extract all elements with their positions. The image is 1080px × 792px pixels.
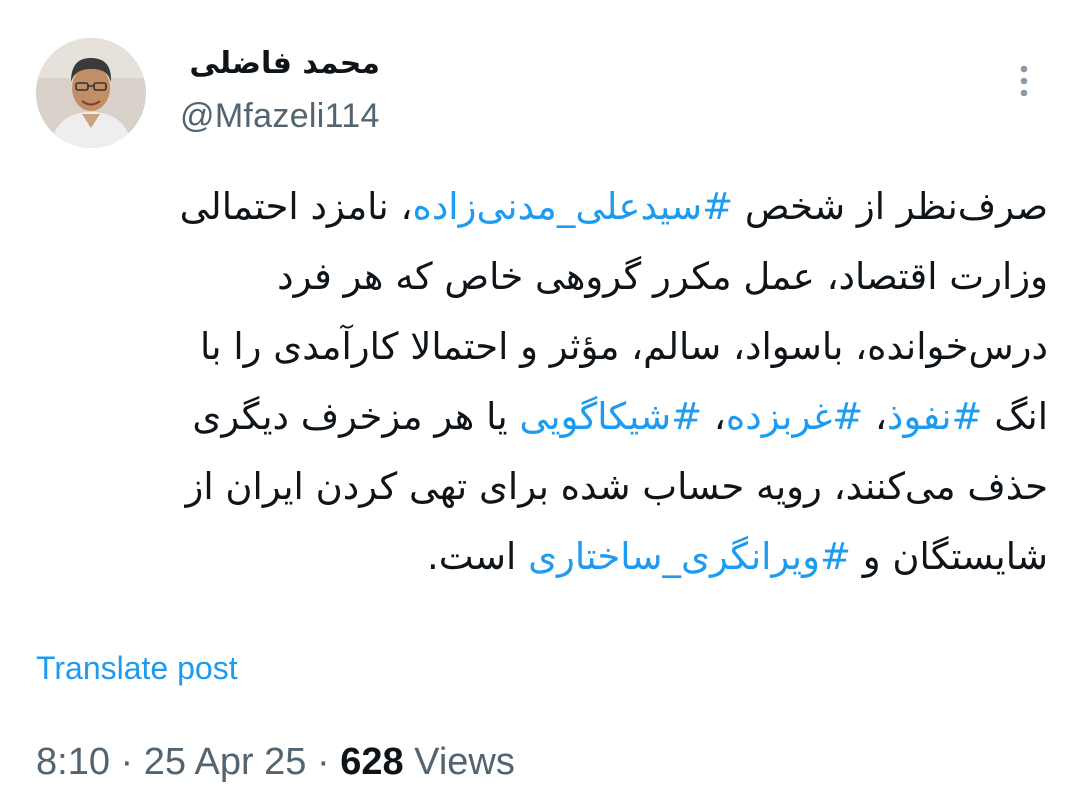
tweet-meta: 8:10 · 25 Apr 25 · 628 Views [36,738,515,786]
tweet-text-segment: شایستگان و [850,535,1048,578]
tweet-line: حذف می‌کنند، رویه حساب شده برای تهی کردن… [34,452,1048,522]
tweet-text-segment: درس‌خوانده، باسواد، سالم، مؤثر و احتمالا… [200,325,1048,368]
more-vertical-icon [1020,65,1028,97]
more-options-button[interactable] [1002,54,1046,108]
translate-post-link[interactable]: Translate post [36,646,238,690]
views-count: 628 [340,741,404,783]
profile-photo [36,38,146,148]
tweet-text-segment: ، نامزد احتمالی [179,185,413,228]
meta-separator: · [109,741,144,783]
tweet-text-segment: صرف‌نظر از شخص [733,185,1048,228]
tweet-date[interactable]: 25 Apr 25 [144,741,307,783]
tweet-text: صرف‌نظر از شخص #سیدعلی_مدنی‌زاده، نامزد … [34,172,1048,592]
tweet-line: انگ #نفوذ، #غربزده، #شیکاگویی یا هر مزخر… [34,382,1048,452]
tweet-line: صرف‌نظر از شخص #سیدعلی_مدنی‌زاده، نامزد … [34,172,1048,242]
tweet-text-segment: حذف می‌کنند، رویه حساب شده برای تهی کردن… [185,465,1048,508]
tweet-text-segment: یا هر مزخرف دیگری [192,395,520,438]
author-name[interactable]: محمد فاضلی [180,44,380,84]
tweet-time[interactable]: 8:10 [36,741,110,783]
tweet-line: شایستگان و #ویرانگری_ساختاری است. [34,522,1048,592]
tweet-text-segment: وزارت اقتصاد، عمل مکرر گروهی خاص که هر ف… [277,255,1048,298]
hashtag-link[interactable]: #شیکاگویی [519,395,702,438]
hashtag-link[interactable]: #غربزده [726,395,863,438]
hashtag-link[interactable]: #سیدعلی_مدنی‌زاده [412,185,733,228]
tweet-line: وزارت اقتصاد، عمل مکرر گروهی خاص که هر ف… [34,242,1048,312]
tweet-line: درس‌خوانده، باسواد، سالم، مؤثر و احتمالا… [34,312,1048,382]
tweet-text-segment: ، [863,395,887,438]
tweet-text-segment: است. [426,535,529,578]
hashtag-link[interactable]: #ویرانگری_ساختاری [528,535,851,578]
views-label: Views [403,741,515,783]
avatar[interactable] [36,38,146,148]
tweet-text-segment: انگ [982,395,1048,438]
tweet-text-segment: ، [702,395,726,438]
hashtag-link[interactable]: #نفوذ [887,395,983,438]
author-handle[interactable]: @Mfazeli114 [180,94,380,138]
meta-separator: · [306,741,341,783]
